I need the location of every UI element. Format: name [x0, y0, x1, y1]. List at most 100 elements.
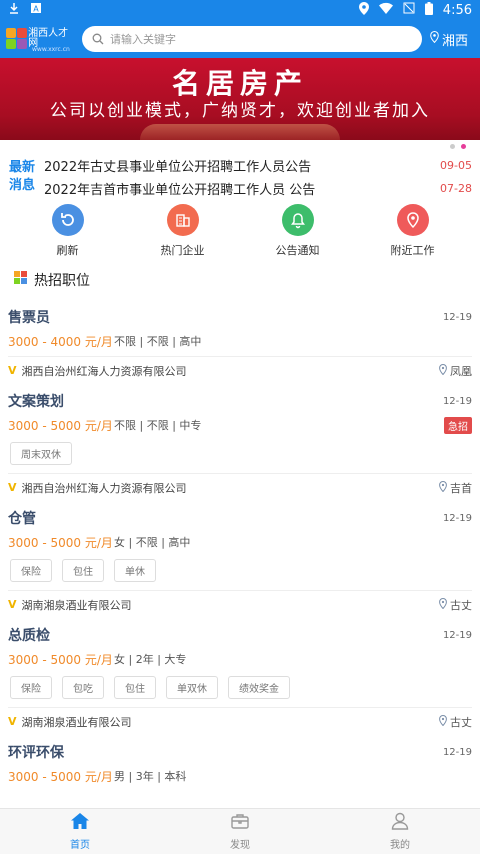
banner-building-graphic	[140, 124, 340, 140]
verified-v-icon: V	[8, 481, 17, 494]
carousel-dot-active[interactable]	[461, 143, 466, 149]
logo-subtext: www.xxrc.cn	[32, 46, 70, 53]
refresh-icon	[51, 204, 84, 236]
location-pin-icon	[439, 480, 447, 495]
quick-links: 刷新 热门企业 公告通知 附近工作	[0, 202, 480, 260]
user-icon	[390, 812, 410, 834]
company-name: 湖南湘泉酒业有限公司	[21, 715, 132, 729]
wifi-icon	[378, 2, 393, 18]
carousel-indicator	[0, 140, 480, 152]
job-requirements: 女 | 2年 | 大专	[114, 653, 187, 666]
job-location: 凤凰	[450, 364, 472, 378]
job-tag: 单双休	[166, 676, 218, 699]
job-requirements: 男 | 3年 | 本科	[114, 770, 187, 783]
news-title: 2022年吉首市事业单位公开招聘工作人员 公告	[44, 183, 316, 198]
job-tag: 绩效奖金	[228, 676, 290, 699]
verified-v-icon: V	[8, 715, 17, 728]
news-ticker: 最新 消息 2022年古丈县事业单位公开招聘工作人员公告 09-05 2022年…	[0, 152, 480, 202]
job-card[interactable]: 仓管 12-19 3000 - 5000 元/月 女 | 不限 | 高中 保险 …	[0, 501, 480, 618]
clock: 4:56	[442, 2, 472, 18]
job-card[interactable]: 环评环保 12-19 3000 - 5000 元/月 男 | 3年 | 本科	[0, 735, 480, 787]
job-card[interactable]: 文案策划 12-19 3000 - 5000 元/月 不限 | 不限 | 中专 …	[0, 384, 480, 501]
job-date: 12-19	[442, 512, 472, 524]
job-date: 12-19	[442, 746, 472, 758]
news-date: 07-28	[440, 182, 472, 195]
job-card[interactable]: 总质检 12-19 3000 - 5000 元/月 女 | 2年 | 大专 保险…	[0, 618, 480, 735]
job-tag: 包吃	[62, 676, 104, 699]
job-title: 文案策划	[8, 394, 64, 410]
signal-off-icon	[403, 2, 415, 18]
job-salary: 3000 - 5000 元/月	[8, 418, 113, 433]
company-row[interactable]: V 湘西自治州红海人力资源有限公司 吉首	[8, 473, 472, 501]
svg-text:A: A	[33, 5, 39, 14]
quick-link-nearby-jobs[interactable]: 附近工作	[373, 204, 453, 258]
app-notification-icon: A	[30, 2, 42, 18]
job-title: 售票员	[8, 310, 50, 326]
job-tags: 周末双休	[8, 436, 472, 469]
job-tag: 保险	[10, 676, 52, 699]
tab-label: 我的	[390, 840, 410, 851]
company-row[interactable]: V 湖南湘泉酒业有限公司 古丈	[8, 590, 472, 618]
search-input[interactable]	[110, 32, 412, 46]
job-requirements: 不限 | 不限 | 中专	[114, 419, 202, 432]
section-title: 热招职位	[34, 273, 90, 289]
job-requirements: 不限 | 不限 | 高中	[114, 335, 202, 348]
company-row[interactable]: V 湖南湘泉酒业有限公司 古丈	[8, 707, 472, 735]
battery-icon	[424, 1, 433, 19]
job-tag: 保险	[10, 559, 52, 582]
app-header: 湘西人才网 www.xxrc.cn 湘西	[0, 20, 480, 58]
company-row[interactable]: V 湘西自治州红海人力资源有限公司 凤凰	[8, 356, 472, 384]
urgent-badge: 急招	[444, 416, 472, 434]
bottom-tab-bar: 首页 发现 我的	[0, 808, 480, 854]
tab-home[interactable]: 首页	[45, 812, 115, 851]
promo-banner[interactable]: 名居房产 公司以创业模式，广纳贤才，欢迎创业者加入	[0, 58, 480, 140]
job-card[interactable]: 售票员 12-19 3000 - 4000 元/月 不限 | 不限 | 高中 V…	[0, 300, 480, 384]
job-tag: 包住	[114, 676, 156, 699]
verified-v-icon: V	[8, 598, 17, 611]
location-pin-icon	[439, 363, 447, 378]
job-date: 12-19	[442, 395, 472, 407]
job-tag: 包住	[62, 559, 104, 582]
city-label: 湘西	[441, 33, 468, 49]
company-name: 湘西自治州红海人力资源有限公司	[21, 364, 187, 378]
city-selector[interactable]: 湘西	[430, 30, 474, 49]
job-tags: 保险 包吃 包住 单双休 绩效奖金	[8, 670, 472, 703]
news-item[interactable]: 2022年吉首市事业单位公开招聘工作人员 公告 07-28	[44, 177, 472, 200]
tab-discover[interactable]: 发现	[205, 812, 275, 851]
job-location: 古丈	[450, 715, 472, 729]
verified-v-icon: V	[8, 364, 17, 377]
location-icon	[396, 204, 429, 236]
job-salary: 3000 - 4000 元/月	[8, 334, 113, 349]
hot-jobs-icon	[14, 271, 28, 289]
banner-slogan: 公司以创业模式，广纳贤才，欢迎创业者加入	[50, 101, 430, 121]
quick-link-announcements[interactable]: 公告通知	[258, 204, 338, 258]
location-pin-icon	[439, 714, 447, 729]
logo-mark-icon	[6, 28, 27, 50]
building-icon	[166, 204, 199, 236]
location-pin-icon	[439, 597, 447, 612]
tab-profile[interactable]: 我的	[365, 812, 435, 851]
job-title: 总质检	[8, 628, 50, 644]
job-location: 古丈	[450, 598, 472, 612]
home-icon	[70, 812, 90, 834]
location-status-icon	[358, 1, 369, 19]
carousel-dot[interactable]	[450, 143, 455, 149]
job-salary: 3000 - 5000 元/月	[8, 769, 113, 784]
news-item[interactable]: 2022年古丈县事业单位公开招聘工作人员公告 09-05	[44, 154, 472, 177]
news-tag: 最新 消息	[8, 160, 35, 193]
tab-label: 首页	[70, 840, 90, 851]
company-name: 湘西自治州红海人力资源有限公司	[21, 481, 187, 495]
company-name: 湖南湘泉酒业有限公司	[21, 598, 132, 612]
site-logo[interactable]: 湘西人才网 www.xxrc.cn	[6, 24, 74, 54]
job-tags: 保险 包住 单休	[8, 553, 472, 586]
search-bar[interactable]	[82, 26, 422, 52]
job-date: 12-19	[442, 629, 472, 641]
search-icon	[92, 30, 104, 49]
news-list: 2022年古丈县事业单位公开招聘工作人员公告 09-05 2022年吉首市事业单…	[36, 154, 472, 200]
quick-link-hot-companies[interactable]: 热门企业	[143, 204, 223, 258]
news-date: 09-05	[440, 159, 472, 172]
quick-link-refresh[interactable]: 刷新	[28, 204, 108, 258]
briefcase-icon	[230, 812, 250, 834]
hot-jobs-header: 热招职位	[0, 260, 480, 300]
location-pin-icon	[430, 30, 439, 47]
